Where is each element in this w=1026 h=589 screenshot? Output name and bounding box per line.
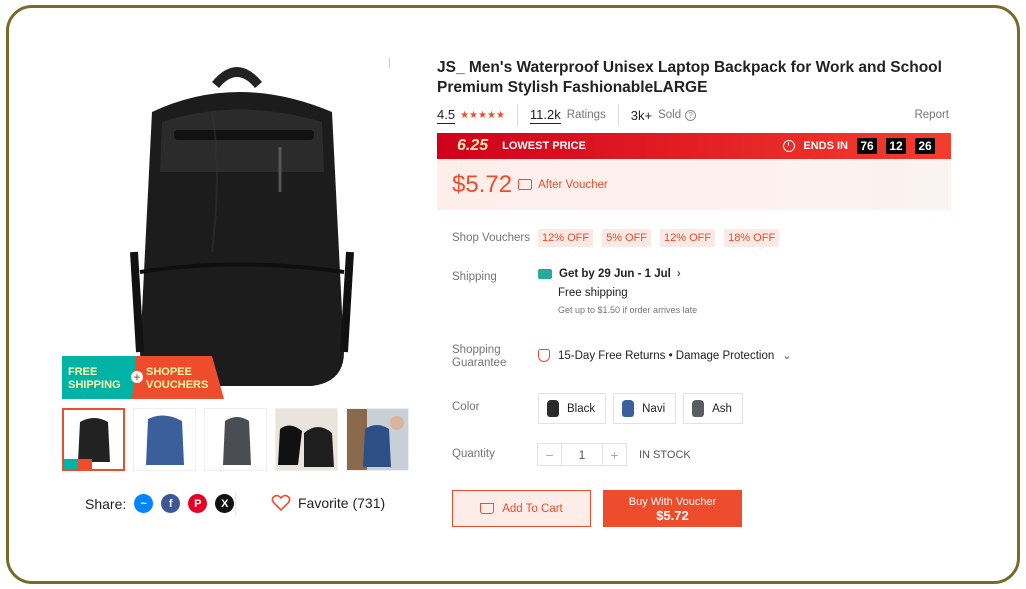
- sold-count: 3k+: [630, 107, 653, 123]
- messenger-icon[interactable]: ~: [134, 494, 154, 513]
- ratings-label: Ratings: [566, 109, 606, 121]
- stock-status: IN STOCK: [639, 448, 691, 461]
- help-icon[interactable]: ?: [685, 109, 697, 121]
- svg-text:VOUCHERS: VOUCHERS: [146, 379, 208, 391]
- cart-icon: [480, 503, 495, 514]
- color-option-navi[interactable]: Navi: [613, 393, 677, 424]
- chevron-right-icon: ›: [676, 268, 681, 280]
- rating-row: 4.5 ★★★★★ 11.2k Ratings 3k+ Sold ? Repor…: [437, 104, 949, 126]
- shipping-info: Get by 29 Jun - 1 Jul › Free shipping Ge…: [538, 268, 697, 315]
- thumbnail-model[interactable]: [346, 408, 409, 471]
- voucher-icon: [518, 179, 533, 190]
- countdown: ENDS IN 76 12 26: [783, 138, 935, 154]
- thumbnail-lifestyle[interactable]: [275, 408, 338, 471]
- clock-icon: [783, 140, 796, 152]
- quantity-label: Quantity: [452, 448, 495, 460]
- ratings-count[interactable]: 11.2k: [529, 107, 561, 124]
- voucher-chip[interactable]: 12% OFF: [660, 229, 716, 247]
- buy-with-voucher-button[interactable]: Buy With Voucher $5.72: [603, 490, 742, 527]
- favorite-button[interactable]: Favorite (731): [271, 494, 385, 512]
- add-to-cart-button[interactable]: Add To Cart: [452, 490, 591, 527]
- guarantee-text: 15-Day Free Returns • Damage Protection: [558, 349, 775, 362]
- svg-text:SHIPPING: SHIPPING: [68, 379, 121, 391]
- timer-hours: 76: [857, 138, 877, 154]
- ends-in-label: ENDS IN: [803, 140, 848, 152]
- thumbnail-blue[interactable]: [133, 408, 196, 471]
- thumbnail-grey[interactable]: [204, 408, 267, 471]
- bag-swatch-icon: [547, 400, 559, 417]
- color-name: Navi: [642, 402, 666, 415]
- voucher-list: 12% OFF 5% OFF 12% OFF 18% OFF: [538, 229, 780, 247]
- thumbnail-black[interactable]: [62, 408, 125, 471]
- buy-button-label: Buy With Voucher: [628, 495, 717, 508]
- heart-icon: [271, 494, 291, 512]
- svg-text:FREE: FREE: [68, 366, 97, 378]
- promo-banner: + FREE SHIPPING SHOPEE VOUCHERS: [62, 356, 224, 399]
- svg-text:SHOPEE: SHOPEE: [146, 366, 192, 378]
- color-options: Black Navi Ash: [538, 393, 743, 424]
- sold-label: Sold: [658, 109, 682, 121]
- shop-vouchers-label: Shop Vouchers: [452, 232, 531, 244]
- flash-sale-bar: 6.25 LOWEST PRICE ENDS IN 76 12 26: [437, 133, 951, 159]
- voucher-chip[interactable]: 5% OFF: [602, 229, 652, 247]
- bag-swatch-icon: [622, 400, 635, 417]
- color-label: Color: [452, 401, 480, 413]
- rating-separator: [516, 104, 518, 126]
- voucher-chip[interactable]: 18% OFF: [724, 229, 780, 247]
- voucher-chip[interactable]: 12% OFF: [538, 229, 594, 247]
- late-delivery-note: Get up to $1.50 if order arrives late: [558, 305, 698, 315]
- rating-value[interactable]: 4.5: [437, 107, 456, 124]
- truck-icon: [538, 269, 552, 279]
- buy-button-price: $5.72: [656, 507, 689, 523]
- sold-separator: [617, 104, 619, 126]
- quantity-stepper: − 1 + IN STOCK: [537, 443, 691, 466]
- add-to-cart-label: Add To Cart: [502, 502, 563, 515]
- timer-minutes: 12: [886, 138, 906, 154]
- pinterest-icon[interactable]: P: [188, 494, 208, 513]
- shopping-guarantee-label: Shopping Guarantee: [452, 344, 507, 369]
- flash-sale-logo: 6.25: [457, 137, 489, 154]
- share-divider: [235, 492, 236, 516]
- guarantee-dropdown[interactable]: 15-Day Free Returns • Damage Protection …: [538, 349, 791, 362]
- shipping-eta-row[interactable]: Get by 29 Jun - 1 Jul ›: [538, 268, 697, 280]
- free-shipping-text: Free shipping: [558, 287, 628, 299]
- facebook-icon[interactable]: f: [161, 494, 181, 513]
- quantity-input[interactable]: 1: [562, 443, 602, 466]
- x-twitter-icon[interactable]: X: [215, 494, 235, 513]
- quantity-increase-button[interactable]: +: [602, 443, 627, 466]
- report-link[interactable]: Report: [914, 109, 949, 121]
- image-divider: [389, 58, 390, 68]
- color-name: Black: [567, 402, 596, 415]
- color-option-ash[interactable]: Ash: [683, 393, 743, 424]
- price-value: $5.72: [452, 170, 513, 198]
- star-rating-icon: ★★★★★: [460, 109, 505, 121]
- shipping-eta: Get by 29 Jun - 1 Jul: [559, 268, 671, 280]
- favorite-label: Favorite (731): [298, 495, 386, 511]
- after-voucher-label: After Voucher: [538, 178, 608, 191]
- thumbnail-strip: [62, 408, 409, 471]
- lowest-price-label: LOWEST PRICE: [502, 140, 586, 152]
- color-option-black[interactable]: Black: [538, 393, 607, 424]
- shipping-label: Shipping: [452, 271, 497, 283]
- share-row: Share: ~ f P X: [85, 494, 235, 513]
- shield-icon: [538, 349, 550, 362]
- color-name: Ash: [712, 402, 732, 415]
- chevron-down-icon: ⌄: [782, 350, 792, 362]
- main-product-image[interactable]: [62, 52, 407, 398]
- timer-seconds: 26: [915, 138, 935, 154]
- promo-plus: +: [134, 372, 140, 384]
- share-label: Share:: [85, 495, 127, 512]
- product-title: JS_ Men's Waterproof Unisex Laptop Backp…: [437, 59, 942, 96]
- price-box: $5.72 After Voucher: [437, 159, 951, 210]
- bag-swatch-icon: [692, 400, 705, 417]
- quantity-decrease-button[interactable]: −: [537, 443, 562, 466]
